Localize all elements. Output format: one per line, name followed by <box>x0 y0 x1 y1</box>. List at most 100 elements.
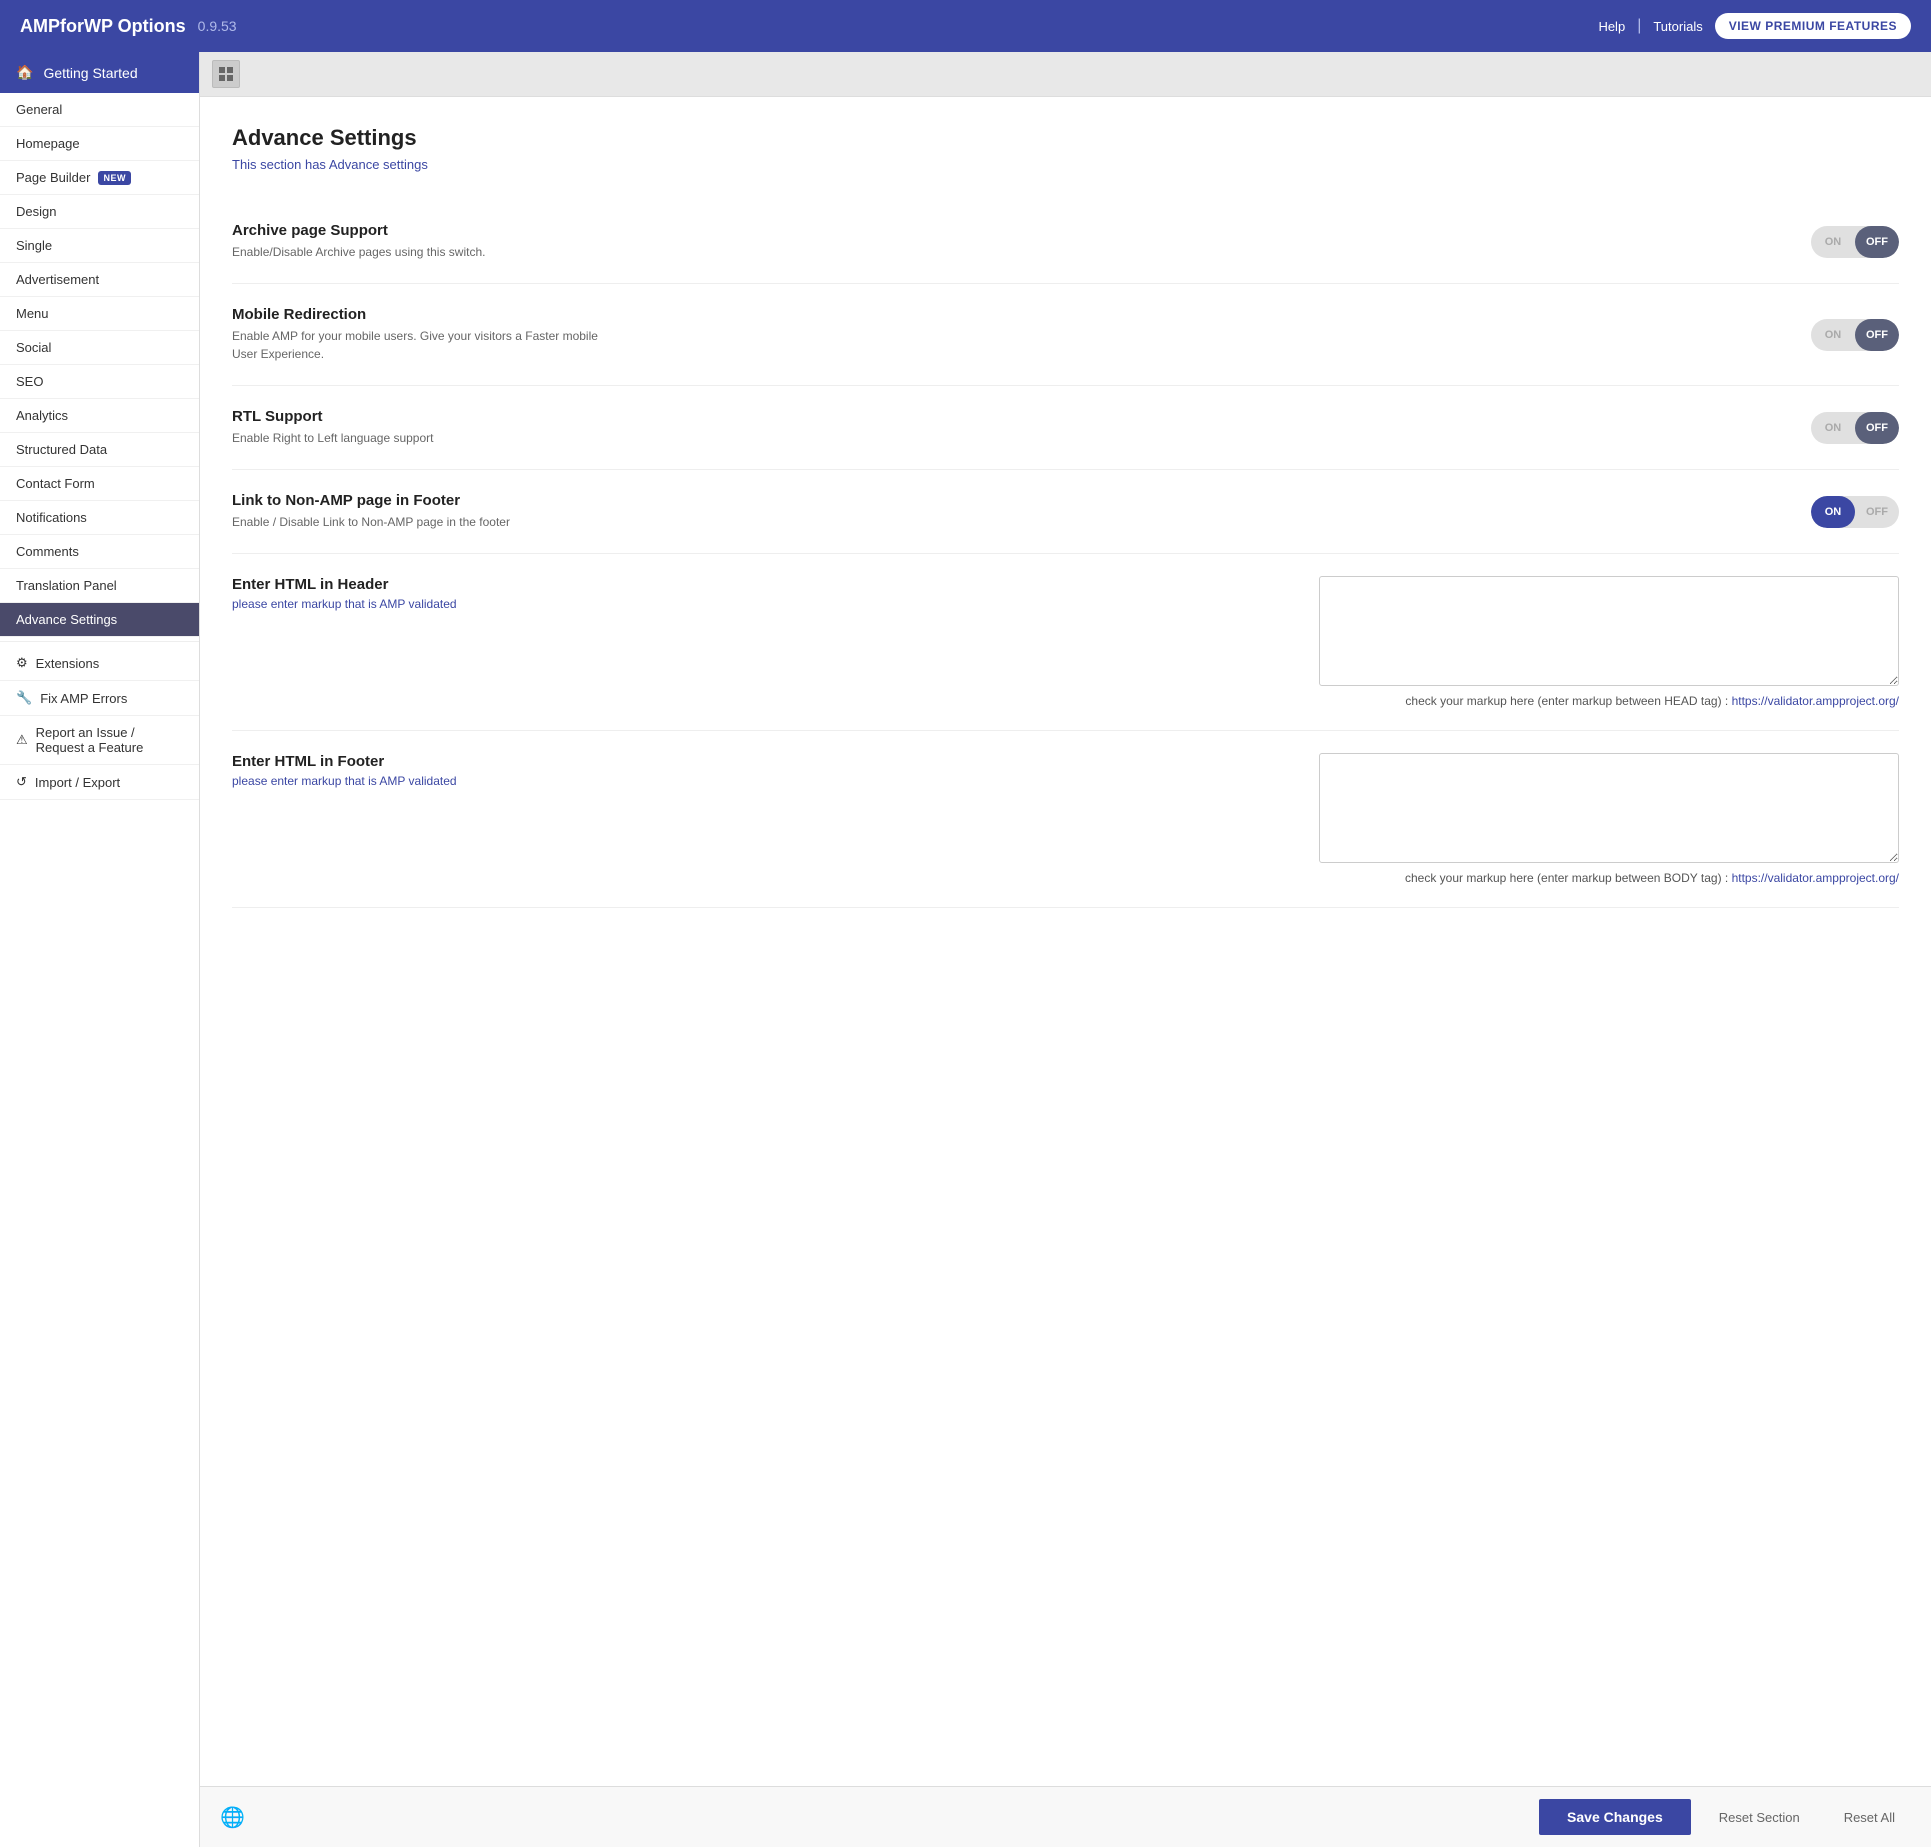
html-footer-check: check your markup here (enter markup bet… <box>1319 871 1899 885</box>
reset-section-button[interactable]: Reset Section <box>1703 1800 1816 1835</box>
toggle-rtl[interactable]: ON OFF <box>1811 412 1899 444</box>
help-link[interactable]: Help <box>1598 19 1625 34</box>
page-subtitle: This section has Advance settings <box>232 157 1899 172</box>
toggle-off-rtl[interactable]: OFF <box>1855 412 1899 444</box>
toggle-archive[interactable]: ON OFF <box>1811 226 1899 258</box>
gear-icon: ⚙ <box>16 655 28 671</box>
toggle-on-archive[interactable]: ON <box>1811 226 1855 258</box>
html-footer-textarea[interactable] <box>1319 753 1899 863</box>
sidebar-label-notifications: Notifications <box>16 510 87 525</box>
sidebar-label-contact-form: Contact Form <box>16 476 95 491</box>
sidebar-item-single[interactable]: Single <box>0 229 199 263</box>
html-header-section: Enter HTML in Header please enter markup… <box>232 554 1899 731</box>
setting-info-archive: Archive page Support Enable/Disable Arch… <box>232 222 1791 261</box>
html-header-textarea[interactable] <box>1319 576 1899 686</box>
sidebar-item-social[interactable]: Social <box>0 331 199 365</box>
sidebar-label-advertisement: Advertisement <box>16 272 99 287</box>
sidebar-item-analytics[interactable]: Analytics <box>0 399 199 433</box>
sidebar-item-fix-amp[interactable]: 🔧 Fix AMP Errors <box>0 681 199 716</box>
toggle-mobile[interactable]: ON OFF <box>1811 319 1899 351</box>
reset-all-button[interactable]: Reset All <box>1828 1800 1911 1835</box>
sidebar-label-seo: SEO <box>16 374 43 389</box>
setting-title-nonamp: Link to Non-AMP page in Footer <box>232 492 1791 509</box>
toggle-on-rtl[interactable]: ON <box>1811 412 1855 444</box>
sidebar-item-report[interactable]: ⚠ Report an Issue / Request a Feature <box>0 716 199 765</box>
sidebar-item-structured-data[interactable]: Structured Data <box>0 433 199 467</box>
sidebar-item-advance-settings[interactable]: Advance Settings <box>0 603 199 637</box>
html-header-validator-link[interactable]: https://validator.ampproject.org/ <box>1732 694 1899 708</box>
sidebar-item-seo[interactable]: SEO <box>0 365 199 399</box>
html-header-check-text: check your markup here (enter markup bet… <box>1405 694 1731 708</box>
sidebar-item-contact-form[interactable]: Contact Form <box>0 467 199 501</box>
tutorials-link[interactable]: Tutorials <box>1653 19 1702 34</box>
sidebar-label-structured-data: Structured Data <box>16 442 107 457</box>
sidebar-label-translation-panel: Translation Panel <box>16 578 117 593</box>
toggle-off-nonamp[interactable]: OFF <box>1855 496 1899 528</box>
globe-icon: 🌐 <box>220 1805 245 1830</box>
sidebar-item-notifications[interactable]: Notifications <box>0 501 199 535</box>
footer-bar: 🌐 Save Changes Reset Section Reset All <box>200 1786 1931 1847</box>
toggle-nonamp[interactable]: ON OFF <box>1811 496 1899 528</box>
html-footer-title: Enter HTML in Footer <box>232 753 1299 770</box>
header-version: 0.9.53 <box>198 18 237 34</box>
content-area: Advance Settings This section has Advanc… <box>200 52 1931 1847</box>
sidebar-label-homepage: Homepage <box>16 136 80 151</box>
setting-row-archive: Archive page Support Enable/Disable Arch… <box>232 200 1899 284</box>
header-divider: | <box>1637 17 1641 35</box>
setting-row-mobile: Mobile Redirection Enable AMP for your m… <box>232 284 1899 386</box>
sidebar-item-page-builder[interactable]: Page Builder NEW <box>0 161 199 195</box>
sidebar-label-fix-amp: Fix AMP Errors <box>40 691 127 706</box>
sidebar-label-single: Single <box>16 238 52 253</box>
home-icon: 🏠 <box>16 64 33 81</box>
sidebar-label-report: Report an Issue / Request a Feature <box>36 725 183 755</box>
sidebar-item-comments[interactable]: Comments <box>0 535 199 569</box>
toggle-on-mobile[interactable]: ON <box>1811 319 1855 351</box>
top-header: AMPforWP Options 0.9.53 Help | Tutorials… <box>0 0 1931 52</box>
html-footer-check-text: check your markup here (enter markup bet… <box>1405 871 1732 885</box>
header-left: AMPforWP Options 0.9.53 <box>20 16 237 37</box>
refresh-icon: ↺ <box>16 774 27 790</box>
sidebar-item-advertisement[interactable]: Advertisement <box>0 263 199 297</box>
main-layout: 🏠 Getting Started General Homepage Page … <box>0 52 1931 1847</box>
grid-icon[interactable] <box>212 60 240 88</box>
setting-desc-mobile: Enable AMP for your mobile users. Give y… <box>232 327 612 363</box>
toggle-on-nonamp[interactable]: ON <box>1811 496 1855 528</box>
sidebar-item-menu[interactable]: Menu <box>0 297 199 331</box>
html-footer-placeholder: please enter markup that is AMP validate… <box>232 774 1299 788</box>
html-header-check: check your markup here (enter markup bet… <box>1319 694 1899 708</box>
getting-started-label: Getting Started <box>43 65 137 81</box>
sidebar-item-design[interactable]: Design <box>0 195 199 229</box>
sidebar-label-social: Social <box>16 340 51 355</box>
setting-desc-nonamp: Enable / Disable Link to Non-AMP page in… <box>232 513 612 531</box>
setting-title-rtl: RTL Support <box>232 408 1791 425</box>
footer-left: 🌐 <box>220 1805 245 1830</box>
sidebar-item-extensions[interactable]: ⚙ Extensions <box>0 646 199 681</box>
warning-icon: ⚠ <box>16 732 28 748</box>
sidebar-item-getting-started[interactable]: 🏠 Getting Started <box>0 52 199 93</box>
setting-row-rtl: RTL Support Enable Right to Left languag… <box>232 386 1899 470</box>
html-footer-validator-link[interactable]: https://validator.ampproject.org/ <box>1732 871 1899 885</box>
html-header-title: Enter HTML in Header <box>232 576 1299 593</box>
page-title: Advance Settings <box>232 125 1899 151</box>
sidebar-item-translation-panel[interactable]: Translation Panel <box>0 569 199 603</box>
sidebar-divider-1 <box>0 641 199 642</box>
setting-title-archive: Archive page Support <box>232 222 1791 239</box>
setting-desc-archive: Enable/Disable Archive pages using this … <box>232 243 612 261</box>
sidebar-item-homepage[interactable]: Homepage <box>0 127 199 161</box>
sidebar-label-analytics: Analytics <box>16 408 68 423</box>
footer-right: Save Changes Reset Section Reset All <box>1539 1799 1911 1835</box>
sidebar-label-extensions: Extensions <box>36 656 100 671</box>
toggle-off-mobile[interactable]: OFF <box>1855 319 1899 351</box>
setting-title-mobile: Mobile Redirection <box>232 306 1791 323</box>
setting-info-rtl: RTL Support Enable Right to Left languag… <box>232 408 1791 447</box>
sidebar-label-menu: Menu <box>16 306 49 321</box>
sidebar-label-comments: Comments <box>16 544 79 559</box>
sidebar-item-general[interactable]: General <box>0 93 199 127</box>
save-button[interactable]: Save Changes <box>1539 1799 1691 1835</box>
premium-button[interactable]: VIEW PREMIUM FEATURES <box>1715 13 1911 39</box>
sidebar-label-general: General <box>16 102 62 117</box>
sidebar-label-design: Design <box>16 204 56 219</box>
sidebar-label-page-builder: Page Builder <box>16 170 90 185</box>
sidebar-item-import-export[interactable]: ↺ Import / Export <box>0 765 199 800</box>
toggle-off-archive[interactable]: OFF <box>1855 226 1899 258</box>
